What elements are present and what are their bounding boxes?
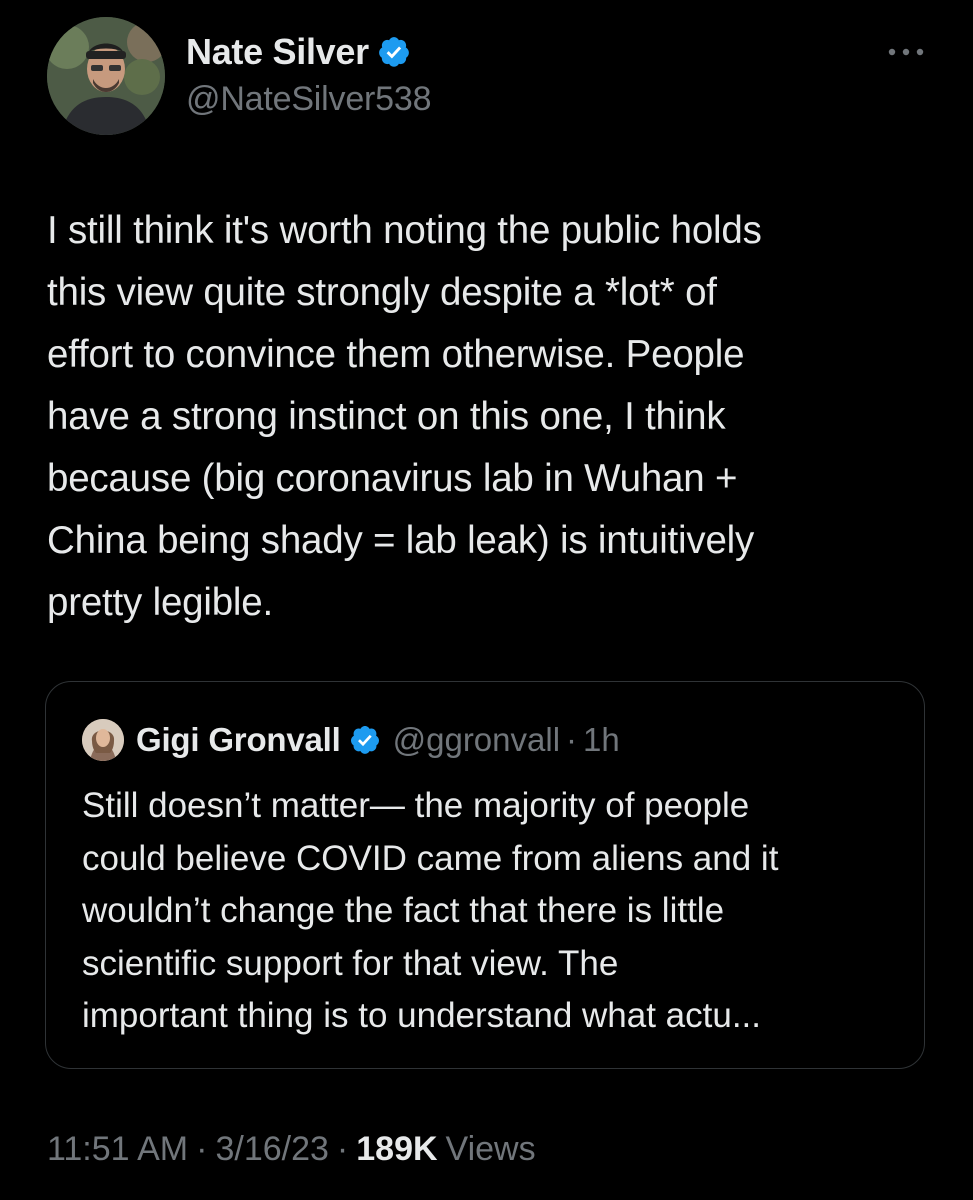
quote-text-line: could believe COVID came from aliens and…	[82, 838, 779, 878]
tweet-text-line: I still think it's worth noting the publ…	[47, 209, 762, 252]
quote-tweet-card[interactable]: Gigi Gronvall @ggronvall · 1h Still does…	[45, 681, 925, 1069]
tweet-text-line: China being shady = lab leak) is intuiti…	[47, 519, 755, 562]
meta-separator: ·	[336, 1130, 349, 1168]
quote-author-handle[interactable]: @ggronvall	[393, 721, 560, 759]
quote-text: Still doesn’t matter— the majority of pe…	[82, 780, 902, 1043]
author-info: Nate Silver @NateSilver538	[186, 30, 431, 119]
quote-text-line: Still doesn’t matter— the majority of pe…	[82, 786, 750, 825]
author-display-name[interactable]: Nate Silver	[186, 31, 369, 73]
quote-profile-photo-icon	[82, 719, 124, 761]
quote-separator: ·	[566, 721, 578, 758]
tweet-date[interactable]: 3/16/23	[215, 1130, 328, 1169]
quote-text-line: important thing is to understand what ac…	[82, 996, 761, 1035]
more-horizontal-icon[interactable]	[885, 42, 927, 62]
display-name-row: Nate Silver	[186, 30, 431, 74]
quote-text-line: wouldn’t change the fact that there is l…	[82, 891, 725, 930]
author-avatar[interactable]	[47, 17, 165, 135]
tweet-time[interactable]: 11:51 AM	[47, 1130, 188, 1169]
quote-timestamp[interactable]: 1h	[583, 721, 620, 759]
author-handle[interactable]: @NateSilver538	[186, 80, 431, 119]
tweet-text-line: this view quite strongly despite a *lot*…	[47, 271, 717, 314]
quote-author-display-name[interactable]: Gigi Gronvall	[136, 721, 341, 759]
views-count[interactable]: 189K	[356, 1130, 437, 1169]
verified-badge-icon[interactable]	[377, 35, 411, 69]
verified-badge-icon[interactable]	[349, 724, 381, 756]
profile-photo-icon	[47, 17, 165, 135]
meta-separator: ·	[196, 1130, 208, 1168]
tweet-metadata: 11:51 AM · 3/16/23 · 189K Views	[47, 1130, 536, 1169]
tweet-text-line: because (big coronavirus lab in Wuhan +	[47, 457, 738, 500]
tweet[interactable]: Nate Silver @NateSilver538 I still think…	[0, 0, 973, 1200]
quote-text-line: scientific support for that view. The	[82, 943, 619, 983]
tweet-text-line: pretty legible.	[47, 581, 273, 624]
tweet-text: I still think it's worth noting the publ…	[47, 200, 947, 634]
quote-author-avatar[interactable]	[82, 719, 124, 761]
tweet-text-line: effort to convince them otherwise. Peopl…	[47, 333, 745, 376]
quote-header: Gigi Gronvall @ggronvall · 1h	[82, 719, 620, 761]
views-label[interactable]: Views	[446, 1130, 536, 1169]
tweet-text-line: have a strong instinct on this one, I th…	[47, 395, 726, 438]
